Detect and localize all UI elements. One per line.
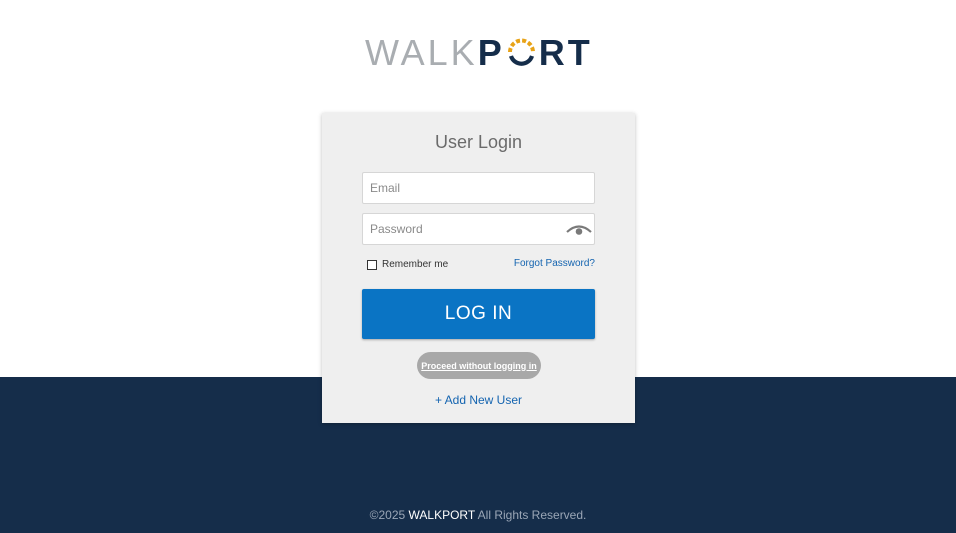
show-password-eye-icon[interactable]: [566, 220, 592, 238]
forgot-password-link[interactable]: Forgot Password?: [514, 258, 595, 269]
password-field-wrapper: [362, 213, 595, 245]
add-new-user-link[interactable]: + Add New User: [322, 393, 635, 407]
logo-text-walk: WALK: [365, 32, 478, 73]
footer-brand: WALKPORT: [408, 508, 475, 522]
walkport-logo: WALK P RT: [365, 34, 593, 72]
password-field[interactable]: [363, 214, 560, 244]
login-button[interactable]: LOG IN: [362, 289, 595, 339]
footer-copyright: ©2025 WALKPORT All Rights Reserved.: [0, 508, 956, 522]
remember-me-checkbox[interactable]: [367, 259, 377, 270]
footer-year: ©2025: [369, 508, 406, 522]
proceed-without-login-button[interactable]: Proceed without logging in: [417, 352, 541, 379]
login-title: User Login: [434, 132, 523, 152]
remember-me-label[interactable]: Remember me: [382, 259, 448, 270]
logo-text-port: P RT: [478, 34, 593, 72]
remember-me: Remember me: [367, 259, 448, 270]
logo-letter-p: P: [477, 32, 505, 73]
logo-o-icon: [507, 38, 536, 68]
footer-rights: All Rights Reserved.: [477, 508, 587, 522]
email-field-wrapper: [362, 172, 595, 204]
logo-letters-rt: RT: [538, 32, 593, 73]
login-card: User Login Remember me Forgot Password? …: [322, 113, 635, 423]
email-field[interactable]: [363, 173, 560, 203]
